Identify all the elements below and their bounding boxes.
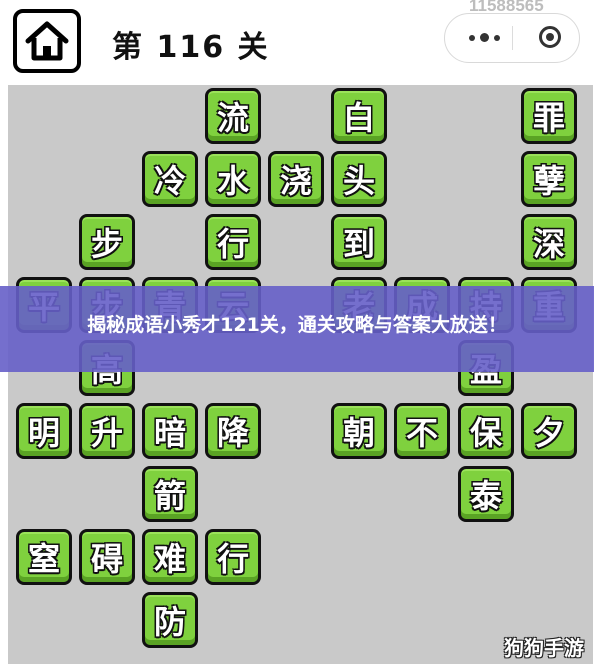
tile[interactable]: 冷 [142, 151, 198, 207]
tile[interactable]: 窒 [16, 529, 72, 585]
tile[interactable]: 到 [331, 214, 387, 270]
tile[interactable]: 明 [16, 403, 72, 459]
site-watermark: 狗狗手游 [504, 636, 584, 660]
article-banner: 揭秘成语小秀才121关，通关攻略与答案大放送！ [0, 286, 594, 372]
tile[interactable]: 碍 [79, 529, 135, 585]
tile[interactable]: 降 [205, 403, 261, 459]
level-title: 第 116 关 [112, 30, 270, 65]
tile[interactable]: 暗 [142, 403, 198, 459]
tile[interactable]: 行 [205, 214, 261, 270]
tile[interactable]: 升 [79, 403, 135, 459]
tile[interactable]: 白 [331, 88, 387, 144]
tile[interactable]: 难 [142, 529, 198, 585]
banner-text: 揭秘成语小秀才121关，通关攻略与答案大放送！ [87, 314, 507, 336]
capsule-divider [512, 26, 513, 50]
tile[interactable]: 行 [205, 529, 261, 585]
home-button[interactable] [13, 9, 81, 73]
tile[interactable]: 步 [79, 214, 135, 270]
mini-program-capsule [444, 13, 580, 63]
tile[interactable]: 水 [205, 151, 261, 207]
tile[interactable]: 罪 [521, 88, 577, 144]
tile[interactable]: 流 [205, 88, 261, 144]
top-bar: 第 116 关 11588565 [0, 0, 594, 85]
tile[interactable]: 孽 [521, 151, 577, 207]
tile[interactable]: 保 [458, 403, 514, 459]
tile[interactable]: 不 [394, 403, 450, 459]
more-dots-icon[interactable] [469, 33, 500, 42]
tile[interactable]: 朝 [331, 403, 387, 459]
tile[interactable]: 泰 [458, 466, 514, 522]
tile[interactable]: 夕 [521, 403, 577, 459]
home-icon [25, 21, 69, 61]
target-circle-icon[interactable] [539, 26, 561, 48]
tile[interactable]: 箭 [142, 466, 198, 522]
tile[interactable]: 头 [331, 151, 387, 207]
tile[interactable]: 防 [142, 592, 198, 648]
tile[interactable]: 深 [521, 214, 577, 270]
tile[interactable]: 浇 [268, 151, 324, 207]
